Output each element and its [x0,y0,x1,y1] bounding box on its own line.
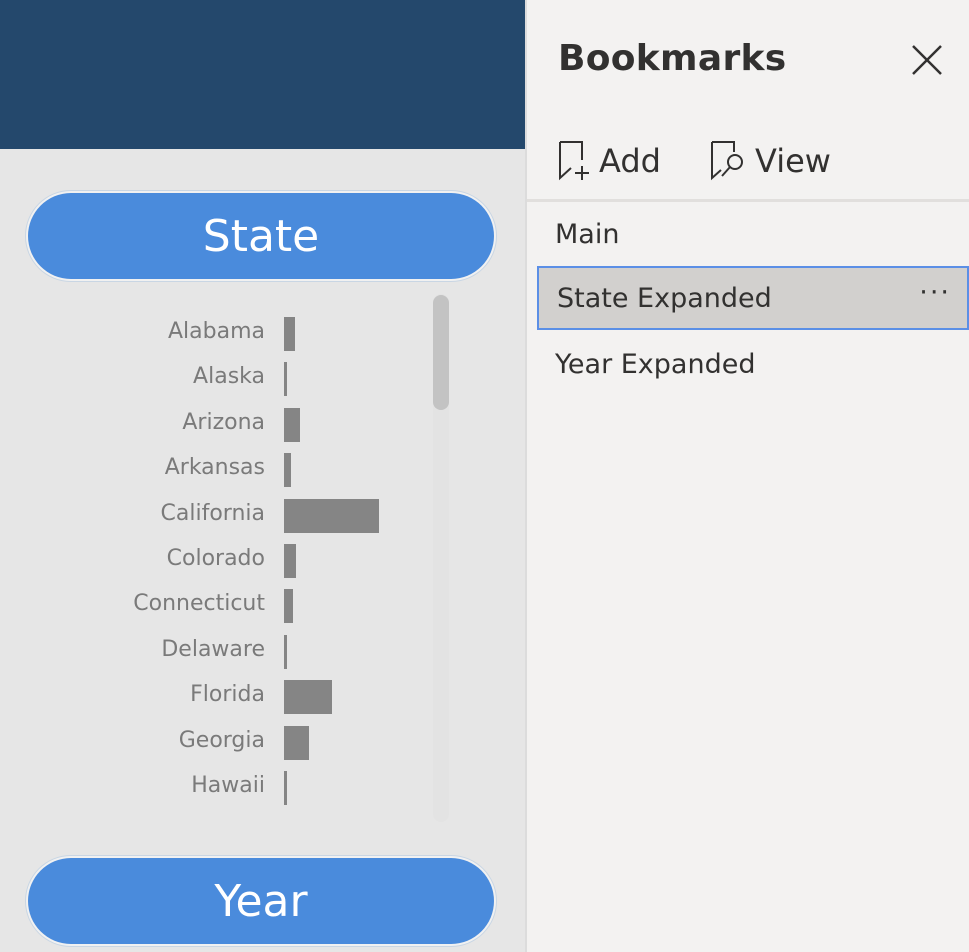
state-row-california[interactable]: California [120,494,430,534]
year-slicer-header-button[interactable]: Year [28,858,494,944]
pane-divider [527,199,969,202]
state-row-hawaii[interactable]: Hawaii [120,766,430,806]
state-row-alaska[interactable]: Alaska [120,357,430,397]
state-bar [284,771,287,805]
state-label: Georgia [178,727,265,753]
state-bar [284,634,287,669]
state-label: Hawaii [191,773,265,798]
state-row-arizona[interactable]: Arizona [120,403,430,443]
state-row-colorado[interactable]: Colorado [120,539,430,579]
state-bar [284,362,287,397]
view-bookmarks-button[interactable]: View [709,138,831,184]
bookmark-label: State Expanded [557,283,772,314]
more-options-icon[interactable]: ··· [919,268,951,318]
state-slicer-header-button[interactable]: State [28,193,494,279]
close-pane-button[interactable] [907,40,947,80]
state-bar [284,589,293,624]
bookmark-label: Main [555,219,620,250]
state-label: Arkansas [164,455,265,481]
state-label: Colorado [166,546,265,571]
add-bookmark-button[interactable]: Add [557,138,661,184]
state-row-georgia[interactable]: Georgia [120,721,430,761]
pane-title: Bookmarks [558,38,787,79]
state-label: Alabama [167,319,265,344]
state-bar [284,725,309,760]
state-bar [284,680,332,715]
report-header-band [0,0,525,149]
state-bar [284,544,296,578]
bookmark-item-state-expanded[interactable]: State Expanded ··· [537,266,969,330]
add-label: Add [599,142,661,180]
bookmark-label: Year Expanded [555,349,756,380]
report-canvas: State Alabama Alaska Arizona Arkansas Califo… [0,0,525,952]
state-row-alabama[interactable]: Alabama [120,312,430,352]
bookmark-item-main[interactable]: Main [537,204,969,268]
bookmark-view-icon [711,141,743,181]
bookmark-item-year-expanded[interactable]: Year Expanded [537,334,969,398]
state-row-connecticut[interactable]: Connecticut [120,584,430,624]
state-bar [284,453,291,488]
state-label: Alaska [193,364,265,390]
state-row-florida[interactable]: Florida [120,675,430,715]
bookmarks-pane: Bookmarks Add View Main State Expanded ·… [525,0,969,952]
state-row-arkansas[interactable]: Arkansas [120,448,430,488]
state-label: Delaware [161,636,265,662]
state-bar [284,498,379,533]
state-bar [284,407,300,442]
scrollbar-thumb[interactable] [433,295,449,410]
bookmark-add-icon [559,141,589,181]
state-label: Connecticut [133,591,265,617]
close-icon [912,45,942,75]
state-slicer-list: Alabama Alaska Arizona Arkansas California Co… [120,292,450,822]
state-label: California [160,500,265,526]
state-row-delaware[interactable]: Delaware [120,630,430,670]
view-label: View [755,142,831,180]
state-label: Arizona [182,409,265,435]
state-bar [284,317,295,351]
state-label: Florida [190,682,265,708]
